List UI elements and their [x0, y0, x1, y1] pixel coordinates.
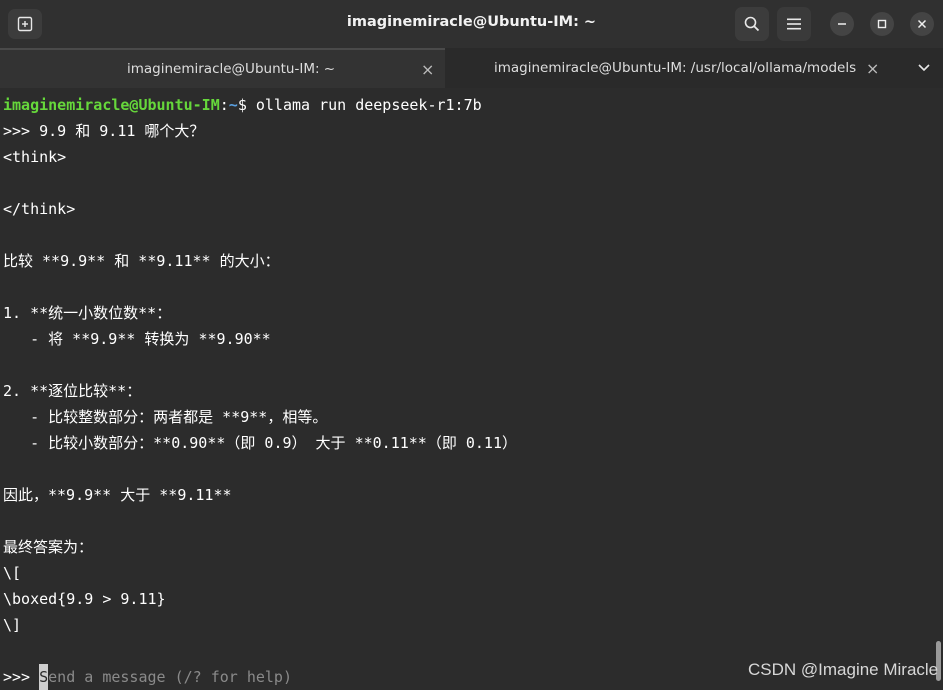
text-cursor: S	[39, 664, 49, 690]
minimize-icon	[838, 23, 846, 25]
tab-home[interactable]: imaginemiracle@Ubuntu-IM: ~ ×	[0, 48, 445, 88]
output-line: \[	[3, 564, 22, 582]
output-line: \boxed{9.9 > 9.11}	[3, 590, 166, 608]
menu-button[interactable]	[777, 7, 811, 41]
close-window-button[interactable]	[910, 12, 934, 36]
prompt-path: ~	[228, 96, 238, 114]
output-line: 2. **逐位比较**：	[3, 382, 142, 400]
command-text: ollama run deepseek-r1:7b	[255, 96, 482, 114]
maximize-icon	[877, 19, 887, 29]
output-line: <think>	[3, 148, 67, 166]
tab-bar: imaginemiracle@Ubuntu-IM: ~ × imaginemir…	[0, 48, 943, 88]
output-line: >>> 9.9 和 9.11 哪个大？	[3, 122, 205, 140]
prompt-user: imaginemiracle@Ubuntu-IM	[3, 96, 220, 114]
output-line: </think>	[3, 200, 76, 218]
output-line: \]	[3, 616, 22, 634]
output-line: - 比较整数部分：两者都是 **9**，相等。	[3, 408, 328, 426]
chevron-down-icon	[918, 64, 930, 72]
output-line: 最终答案为：	[3, 538, 94, 556]
prompt-dollar: $	[237, 96, 256, 114]
tab-label: imaginemiracle@Ubuntu-IM: ~	[127, 61, 336, 77]
output-line: - 比较小数部分：**0.90**（即 0.9） 大于 **0.11**（即 0…	[3, 434, 517, 452]
minimize-button[interactable]	[830, 12, 854, 36]
maximize-button[interactable]	[870, 12, 894, 36]
output-line: 1. **统一小数位数**：	[3, 304, 172, 322]
output-line: 因此，**9.9** 大于 **9.11**	[3, 486, 232, 504]
tabs-dropdown-button[interactable]	[912, 58, 936, 78]
input-placeholder: end a message (/? for help)	[48, 668, 292, 686]
search-icon	[744, 16, 760, 32]
close-icon	[917, 19, 927, 29]
output-line: - 将 **9.9** 转换为 **9.90**	[3, 330, 271, 348]
terminal-area[interactable]: imaginemiracle@Ubuntu-IM:~$ ollama run d…	[0, 88, 943, 690]
tab-models[interactable]: imaginemiracle@Ubuntu-IM: /usr/local/oll…	[446, 48, 896, 88]
tab-label: imaginemiracle@Ubuntu-IM: /usr/local/oll…	[494, 60, 857, 76]
prompt-line: imaginemiracle@Ubuntu-IM:~$ ollama run d…	[3, 92, 482, 118]
search-button[interactable]	[735, 7, 769, 41]
tab-close-icon[interactable]: ×	[866, 59, 879, 78]
watermark: CSDN @Imagine Miracle	[748, 660, 939, 679]
tab-close-icon[interactable]: ×	[421, 60, 434, 79]
title-bar: imaginemiracle@Ubuntu-IM: ~	[0, 0, 943, 48]
input-line[interactable]: >>> Send a message (/? for help)	[3, 664, 292, 690]
input-prompt: >>>	[3, 668, 40, 686]
hamburger-menu-icon	[787, 18, 801, 30]
output-line: 比较 **9.9** 和 **9.11** 的大小：	[3, 252, 280, 270]
prompt-separator: :	[219, 96, 229, 114]
